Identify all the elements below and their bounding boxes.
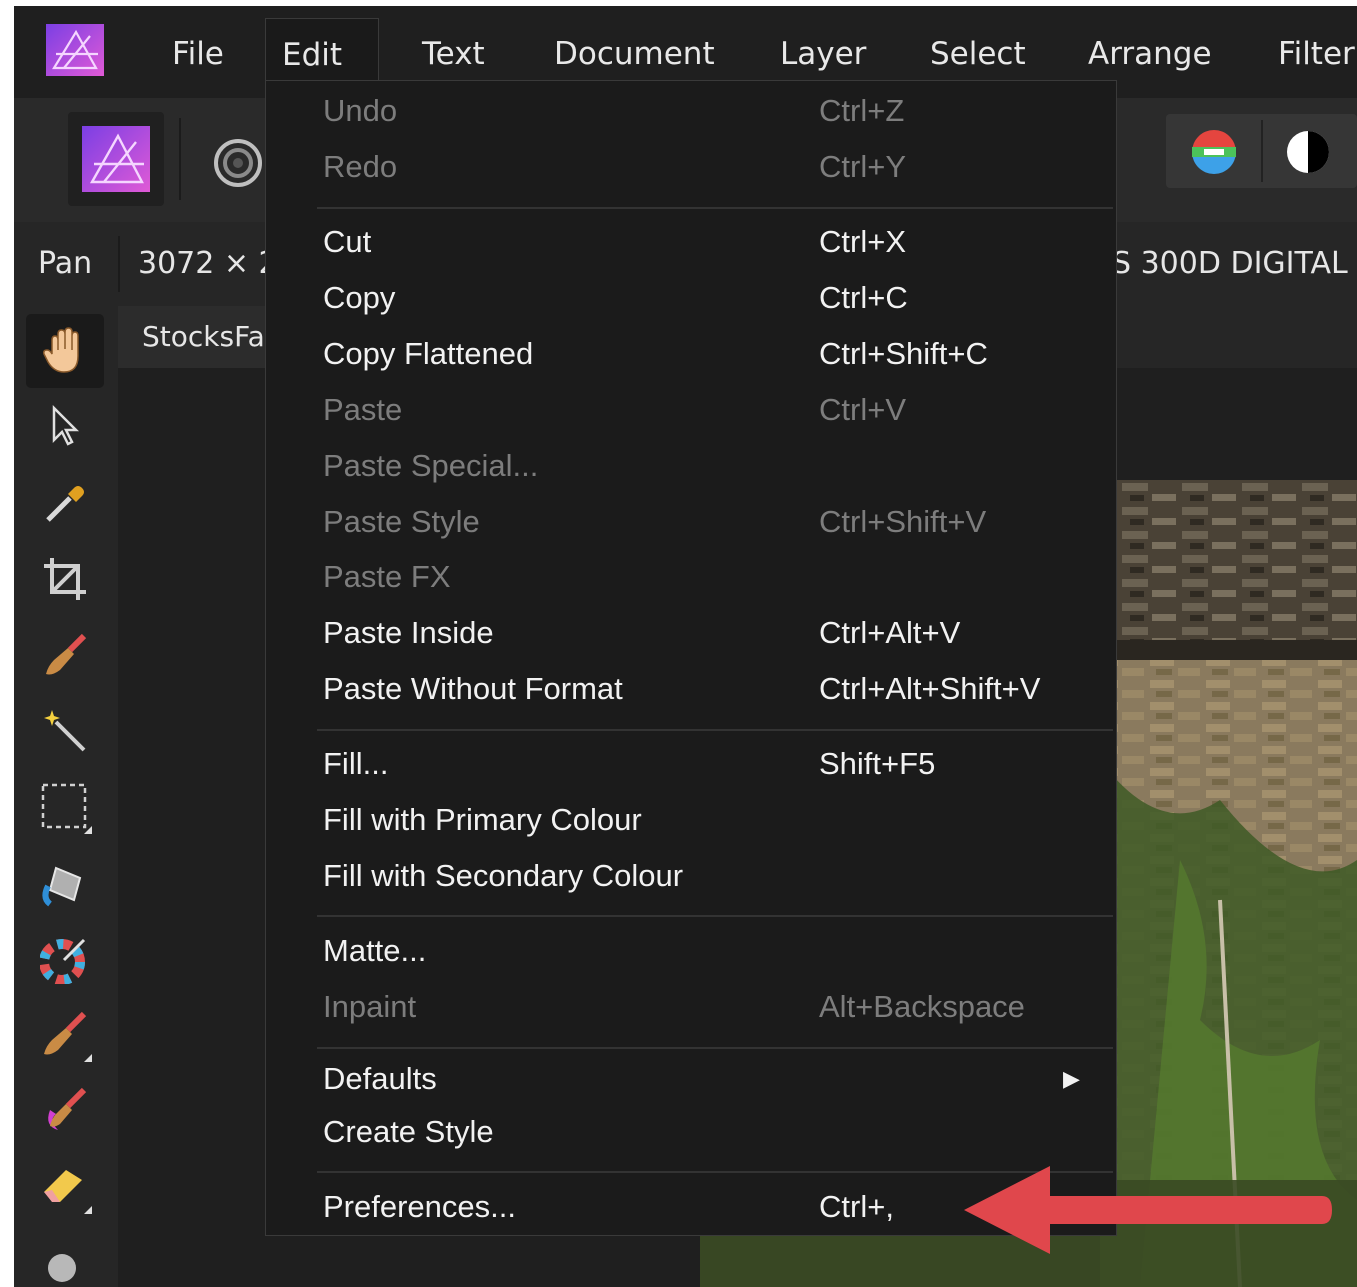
current-tool-label: Pan <box>38 246 93 281</box>
pan-tool[interactable] <box>26 314 104 388</box>
flood-fill-tool[interactable] <box>26 846 104 920</box>
menu-separator <box>317 729 1113 731</box>
menu-item-copy[interactable]: Copy Ctrl+C <box>323 272 1103 324</box>
edit-menu-dropdown: Undo Ctrl+Z Redo Ctrl+Y Cut Ctrl+X Copy Ctrl… <box>265 80 1117 1236</box>
menu-item-matte[interactable]: Matte... <box>323 925 1103 977</box>
eyedropper-icon <box>46 486 84 522</box>
menu-separator <box>317 915 1113 917</box>
menu-separator <box>317 1047 1113 1049</box>
menu-item-defaults[interactable]: Defaults ▶ <box>323 1053 1103 1105</box>
menu-item-undo[interactable]: Undo Ctrl+Z <box>323 85 1103 137</box>
menu-filter[interactable]: Filter <box>1262 18 1357 86</box>
smudge-tool[interactable] <box>26 1074 104 1148</box>
marquee-icon <box>41 783 92 834</box>
menu-item-paste-inside[interactable]: Paste Inside Ctrl+Alt+V <box>323 607 1103 659</box>
tools-panel <box>14 306 118 1287</box>
black-white-icon[interactable] <box>1284 128 1332 176</box>
menu-item-paste-fx[interactable]: Paste FX <box>323 551 1103 603</box>
photo-persona-icon <box>82 126 150 192</box>
photo-persona-button[interactable] <box>68 112 164 206</box>
context-separator <box>118 236 120 292</box>
magic-wand-icon <box>44 710 86 752</box>
menu-item-fill[interactable]: Fill... Shift+F5 <box>323 738 1103 790</box>
dodge-tool[interactable] <box>26 1226 104 1287</box>
menu-item-paste-without-format[interactable]: Paste Without Format Ctrl+Alt+Shift+V <box>323 663 1103 715</box>
marquee-tool[interactable] <box>26 770 104 844</box>
menu-item-cut[interactable]: Cut Ctrl+X <box>323 216 1103 268</box>
document-dimensions: 3072 × 2 <box>138 246 278 281</box>
annotation-arrow-icon <box>964 1166 1332 1254</box>
erase-tool[interactable] <box>26 1150 104 1224</box>
paint-brush-icon <box>46 633 87 675</box>
affinity-photo-logo-icon <box>46 24 104 76</box>
menu-item-fill-secondary[interactable]: Fill with Secondary Colour <box>323 850 1103 902</box>
menu-item-create-style[interactable]: Create Style <box>323 1106 1103 1158</box>
dodge-icon <box>48 1254 76 1282</box>
paint-brush-tool[interactable] <box>26 618 104 692</box>
menu-file[interactable]: File <box>156 18 240 86</box>
crop-tool[interactable] <box>26 542 104 616</box>
menu-item-copy-flattened[interactable]: Copy Flattened Ctrl+Shift+C <box>323 328 1103 380</box>
smudge-brush-icon <box>48 1087 87 1130</box>
menu-separator <box>317 207 1113 209</box>
menu-item-redo[interactable]: Redo Ctrl+Y <box>323 141 1103 193</box>
menu-item-paste-special[interactable]: Paste Special... <box>323 440 1103 492</box>
crop-icon <box>44 558 86 600</box>
colour-picker-tool[interactable] <box>26 466 104 540</box>
selection-brush-tool[interactable] <box>26 694 104 768</box>
move-tool[interactable] <box>26 390 104 464</box>
menu-edit[interactable]: Edit <box>265 18 379 86</box>
brush-tool[interactable] <box>26 998 104 1072</box>
pointer-icon <box>52 404 80 446</box>
menu-item-paste[interactable]: Paste Ctrl+V <box>323 384 1103 436</box>
eraser-icon <box>44 1170 92 1214</box>
menu-document[interactable]: Document <box>538 18 731 86</box>
hand-icon <box>43 327 79 373</box>
affinity-photo-window: File Edit Text Document Layer Select Arr… <box>14 6 1357 1287</box>
adjustment-buttons <box>1166 114 1357 188</box>
submenu-arrow-icon: ▶ <box>1063 1066 1080 1091</box>
menu-select[interactable]: Select <box>914 18 1042 86</box>
colour-balance-icon[interactable] <box>1190 128 1238 176</box>
menu-layer[interactable]: Layer <box>764 18 882 86</box>
fill-bucket-icon <box>42 866 82 907</box>
colour-wheel-tool[interactable] <box>26 922 104 996</box>
camera-model: S 300D DIGITAL <box>1112 246 1348 281</box>
menu-item-fill-primary[interactable]: Fill with Primary Colour <box>323 794 1103 846</box>
menu-item-paste-style[interactable]: Paste Style Ctrl+Shift+V <box>323 496 1103 548</box>
menu-item-inpaint[interactable]: Inpaint Alt+Backspace <box>323 981 1103 1033</box>
brush-icon <box>44 1011 92 1062</box>
liquify-persona-icon[interactable] <box>210 138 266 188</box>
colour-picker-icon <box>40 938 86 984</box>
menu-text[interactable]: Text <box>406 18 501 86</box>
adjustment-separator <box>1261 120 1263 182</box>
menu-arrange[interactable]: Arrange <box>1072 18 1228 86</box>
toolbar-separator <box>179 118 181 200</box>
